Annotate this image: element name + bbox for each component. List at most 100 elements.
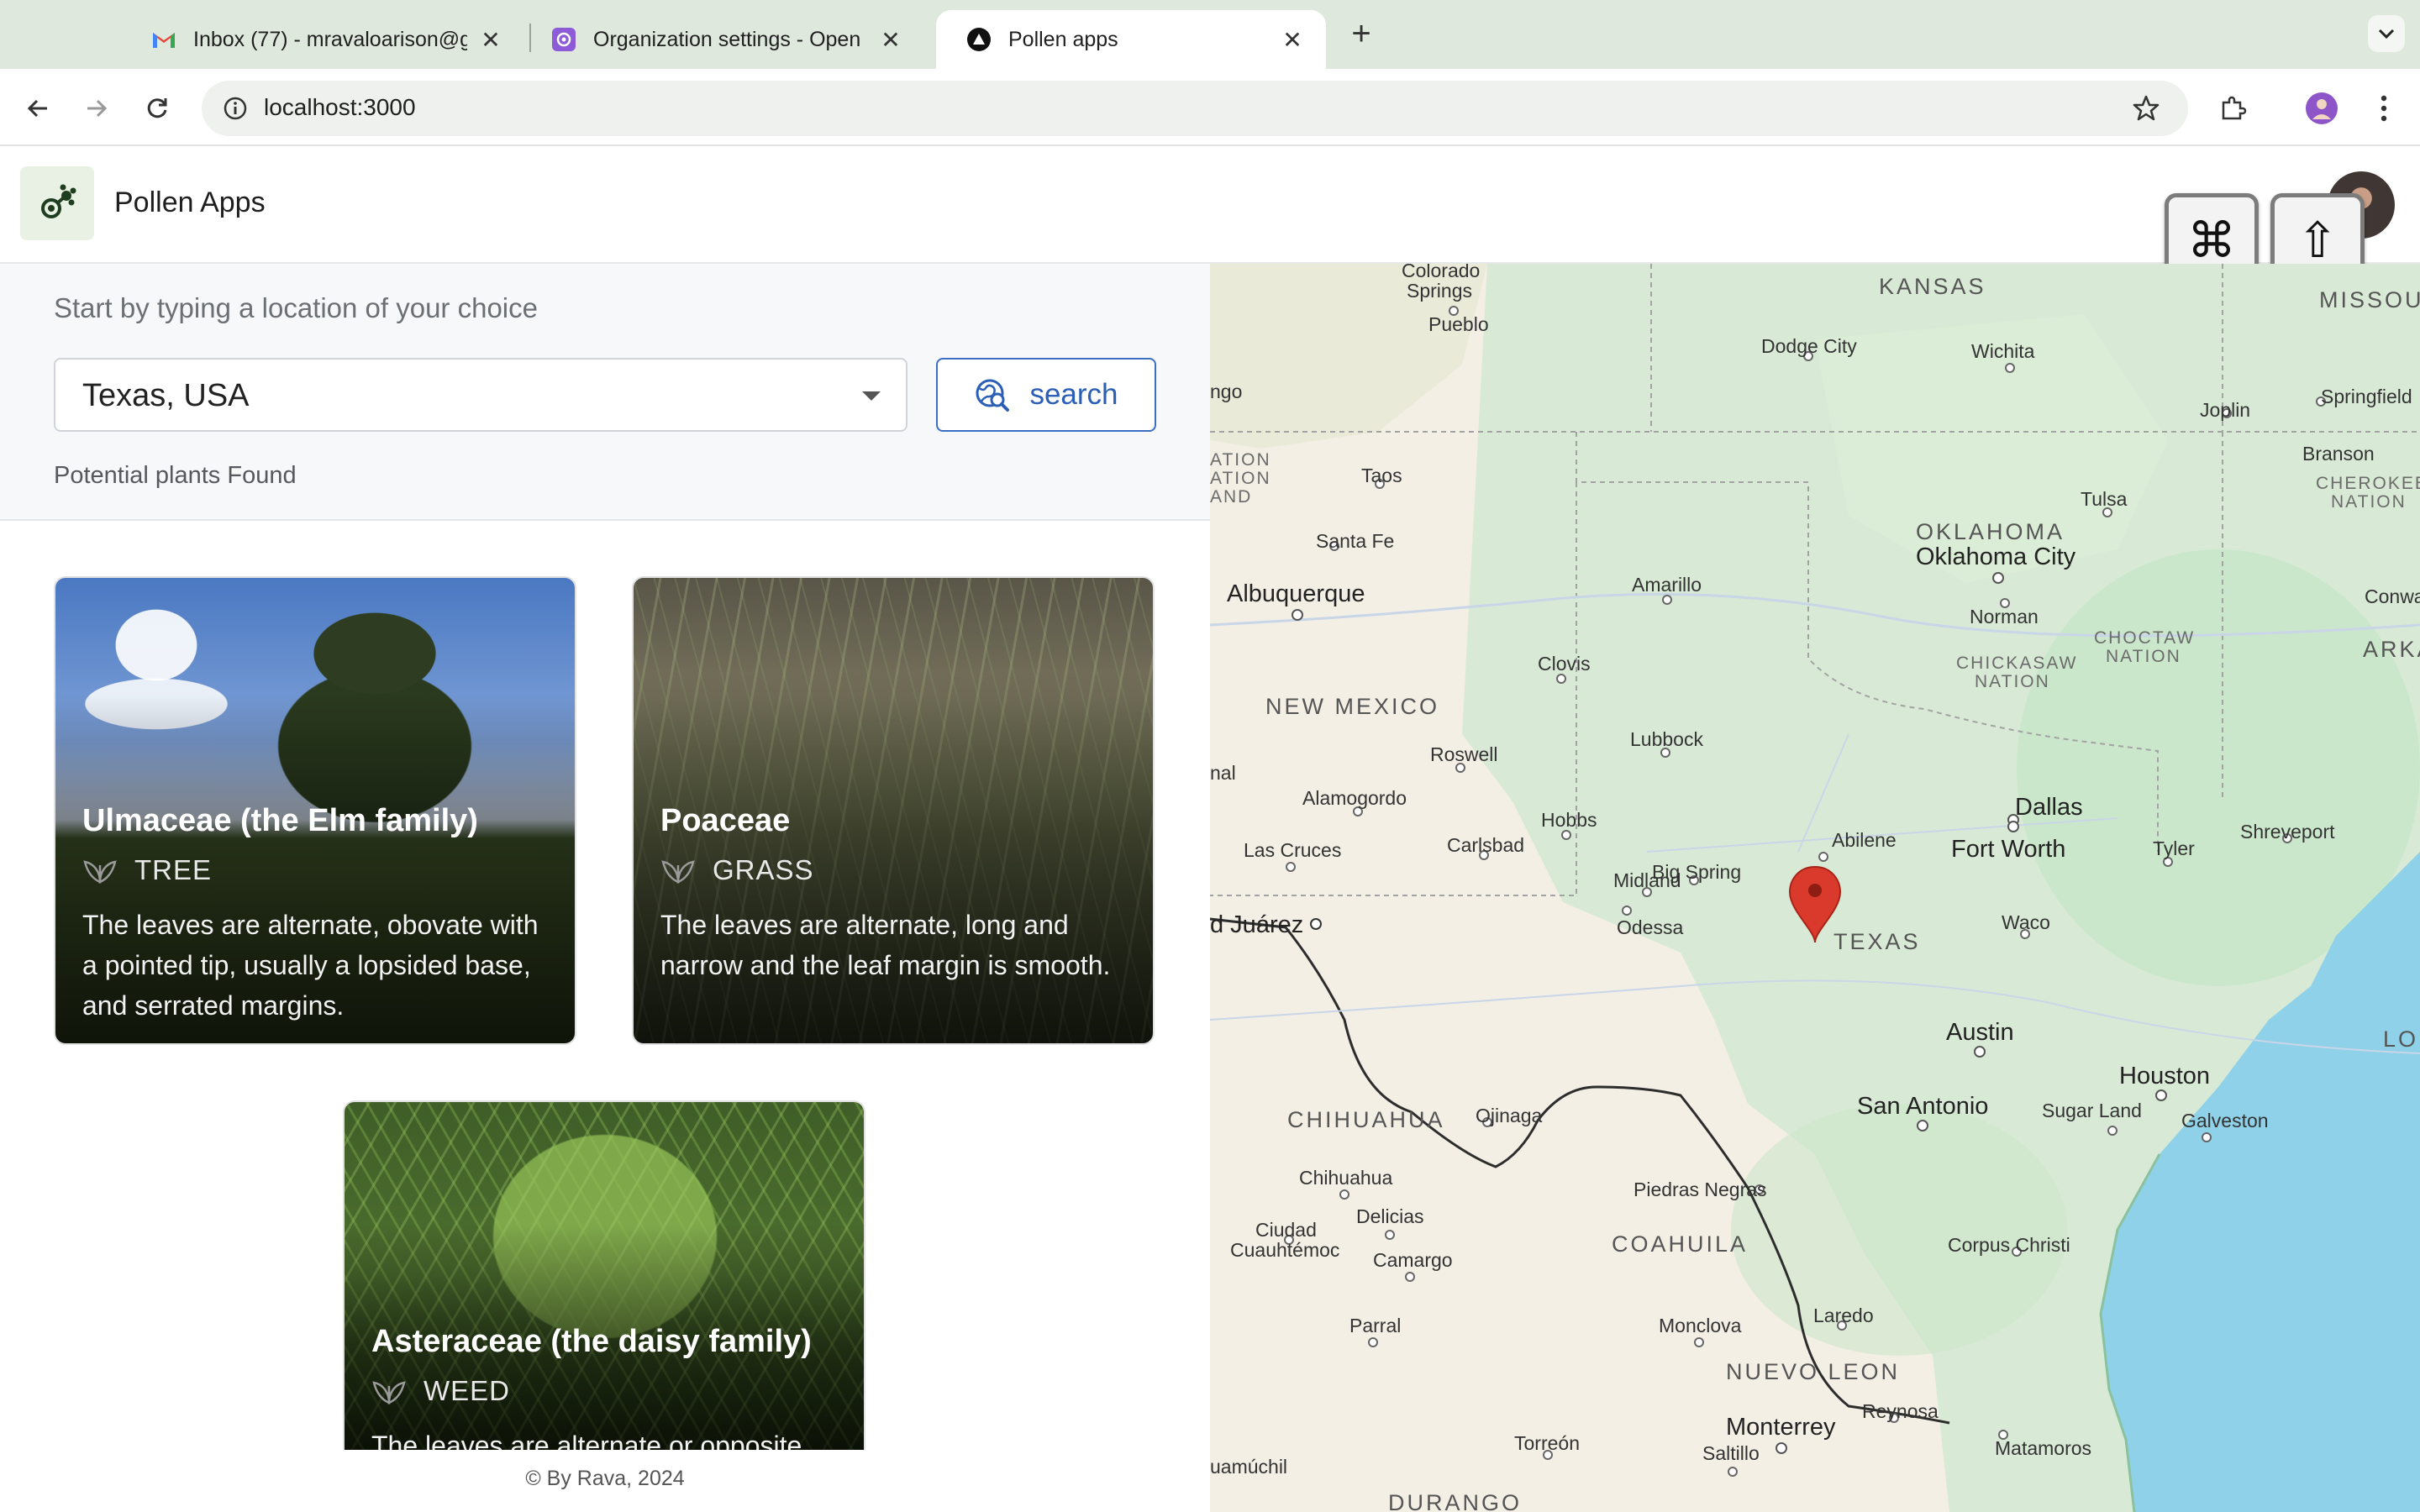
map-label-state: ARKANS [2363, 637, 2420, 662]
map-city: Ciudad Cuauhtémoc [1230, 1219, 1339, 1261]
map-city: Reynosa [1862, 1400, 1939, 1423]
results-label: Potential plants Found [54, 462, 297, 489]
plant-type-label: TREE [134, 854, 213, 885]
map-label-state: DURANGO [1388, 1490, 1522, 1512]
map-label-state: OKLAHOMA [1916, 519, 2065, 544]
gmail-icon [151, 27, 176, 52]
back-icon[interactable] [17, 87, 59, 129]
svg-text:Sugar Land: Sugar Land [2042, 1100, 2142, 1121]
plant-card[interactable]: Ulmaceae (the Elm family) TREE The leave… [54, 576, 576, 1045]
svg-text:Dodge City: Dodge City [1761, 335, 1857, 357]
map-city: Shreveport [2240, 821, 2335, 843]
map-label-state: NUEVO LEON [1726, 1359, 1900, 1384]
svg-text:Matamoros: Matamoros [1995, 1437, 2091, 1459]
svg-text:Austin: Austin [1946, 1019, 2014, 1046]
kebab-menu-icon[interactable] [2363, 87, 2405, 129]
close-icon[interactable]: ✕ [877, 26, 904, 53]
svg-text:uamúchil: uamúchil [1210, 1456, 1287, 1478]
svg-text:Waco: Waco [2002, 911, 2050, 933]
svg-text:Santa Fe: Santa Fe [1316, 530, 1394, 552]
map-city: d Juárez [1210, 911, 1322, 938]
map-city: Alamogordo [1302, 787, 1407, 816]
svg-text:Alamogordo: Alamogordo [1302, 787, 1407, 809]
map-city: Corpus Christi [1948, 1234, 2070, 1257]
svg-text:Odessa: Odessa [1617, 916, 1683, 938]
tab-openai[interactable]: Organization settings - Open ✕ [521, 10, 924, 69]
svg-text:Camargo: Camargo [1373, 1249, 1453, 1271]
close-icon[interactable]: ✕ [477, 26, 504, 53]
svg-text:Pueblo: Pueblo [1428, 313, 1489, 335]
map-city: Carlsbad [1447, 834, 1524, 860]
svg-text:Piedras Negras: Piedras Negras [1634, 1179, 1767, 1200]
map-city: Camargo [1373, 1249, 1453, 1282]
map-city: Springfield [2316, 386, 2412, 407]
svg-text:Torreón: Torreón [1514, 1432, 1580, 1454]
pollen-logo-icon[interactable] [20, 166, 94, 240]
svg-text:Carlsbad: Carlsbad [1447, 834, 1524, 856]
svg-text:Corpus Christi: Corpus Christi [1948, 1234, 2070, 1256]
map-city: Santa Fe [1316, 530, 1394, 552]
svg-text:Branson: Branson [2302, 443, 2375, 465]
svg-text:nal: nal [1210, 762, 1236, 784]
map-label-state: TEXAS [1833, 929, 1921, 954]
map-label-state: CHIHUAHUA [1287, 1107, 1445, 1132]
plant-type: GRASS [660, 854, 1133, 886]
map-city: Piedras Negras [1634, 1179, 1767, 1200]
reload-icon[interactable] [136, 87, 178, 129]
plant-description: The leaves are alternate or opposite, [371, 1431, 810, 1450]
map-city: ngo [1210, 381, 1242, 402]
plant-leaf-icon [372, 1381, 406, 1404]
location-select[interactable]: Texas, USA [54, 358, 908, 432]
tab-gmail[interactable]: Inbox (77) - mravaloarison@g ✕ [121, 10, 524, 69]
svg-text:Conway: Conway [2365, 585, 2420, 607]
extensions-puzzle-icon[interactable] [2212, 87, 2254, 129]
svg-text:Tyler: Tyler [2153, 837, 2195, 859]
map-city: nal [1210, 762, 1236, 784]
plant-description: The leaves are alternate, obovate with a… [82, 910, 539, 1021]
map-label-nation: ATION [1210, 469, 1271, 488]
svg-text:Amarillo: Amarillo [1632, 574, 1702, 596]
svg-text:Saltillo: Saltillo [1702, 1442, 1760, 1464]
new-tab-icon[interactable]: + [1343, 15, 1380, 52]
svg-text:Galveston: Galveston [2181, 1110, 2269, 1131]
map-canvas[interactable]: KANSAS MISSOU OKLAHOMA NEW MEXICO TEXAS … [1210, 264, 2420, 1512]
map-city: Taos [1361, 465, 1402, 489]
svg-text:Lubbock: Lubbock [1630, 728, 1703, 750]
plant-type-label: WEED [424, 1375, 510, 1406]
footer-credit: © By Rava, 2024 [525, 1467, 685, 1490]
map-view[interactable]: KANSAS MISSOU OKLAHOMA NEW MEXICO TEXAS … [1210, 264, 2420, 1512]
map-city: Conway [2365, 585, 2420, 607]
browser-toolbar: localhost:3000 [0, 69, 2420, 146]
map-city: Ojinaga [1476, 1105, 1542, 1127]
bookmark-star-icon[interactable] [2129, 92, 2163, 125]
plant-name: Asteraceae (the daisy family) [371, 1324, 812, 1359]
map-city: Delicias [1356, 1205, 1424, 1240]
profile-avatar-icon[interactable] [2301, 87, 2343, 129]
map-label-nation: NATION [2331, 492, 2407, 512]
plant-card[interactable]: Poaceae GRASS The leaves are alternate, … [632, 576, 1155, 1045]
svg-text:Laredo: Laredo [1813, 1305, 1874, 1326]
caret-down-icon[interactable] [862, 391, 881, 401]
map-city: Monclova [1659, 1315, 1742, 1347]
tab-title: Inbox (77) - mravaloarison@g [193, 27, 467, 51]
svg-text:Ciudad: Ciudad [1255, 1219, 1317, 1241]
map-label-state: LOU [2383, 1026, 2420, 1052]
address-bar[interactable]: localhost:3000 [202, 81, 2188, 136]
tab-pollen-apps[interactable]: Pollen apps ✕ [936, 10, 1326, 69]
map-label-nation: CHICKASAW [1956, 654, 2077, 673]
svg-text:Hobbs: Hobbs [1541, 809, 1597, 831]
location-value: Texas, USA [82, 378, 250, 413]
search-button[interactable]: search [936, 358, 1156, 432]
map-label-nation: AND [1210, 487, 1252, 507]
map-label-state: NEW MEXICO [1265, 694, 1439, 719]
chevron-down-icon[interactable] [2368, 15, 2405, 52]
site-info-icon[interactable] [218, 92, 252, 125]
plant-card[interactable]: Asteraceae (the daisy family) WEED The l… [343, 1100, 865, 1450]
forward-icon[interactable] [76, 87, 118, 129]
svg-text:Wichita: Wichita [1971, 340, 2035, 362]
map-label-nation: CHEROKEE [2316, 474, 2420, 493]
browser-tab-bar: Inbox (77) - mravaloarison@g ✕ Organizat… [0, 0, 2420, 69]
close-icon[interactable]: ✕ [1279, 26, 1306, 53]
map-city: Chihuahua [1299, 1167, 1392, 1200]
map-city: Saltillo [1702, 1442, 1760, 1477]
